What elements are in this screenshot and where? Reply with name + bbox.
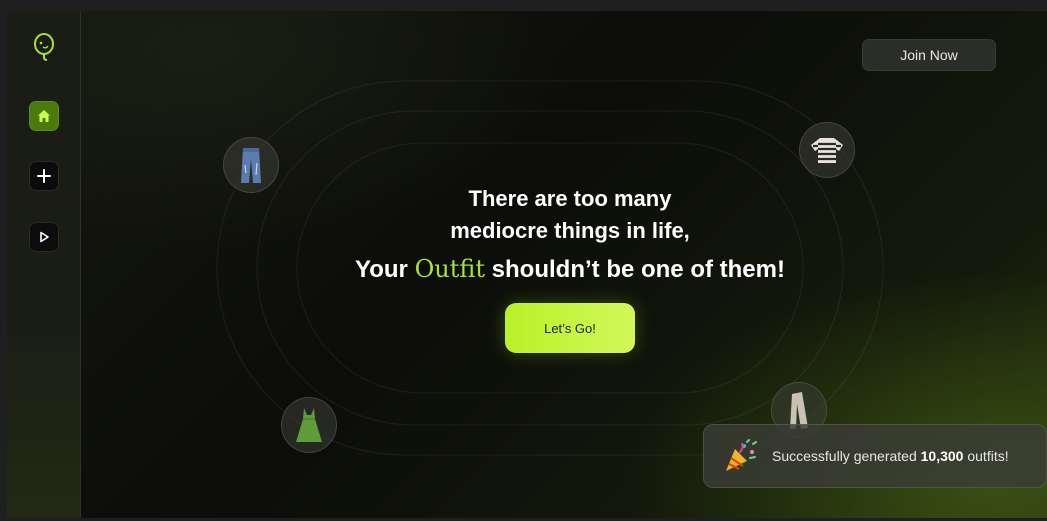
toast-message: Successfully generated 10,300 outfits! (772, 448, 1009, 464)
nav-home-button[interactable] (29, 101, 59, 131)
home-icon (38, 110, 50, 122)
hero-line-3-suffix: shouldn’t be one of them! (485, 256, 785, 283)
hero-line-3: Your Outfit shouldn’t be one of them! (7, 251, 1047, 288)
orbit-item-dress (281, 397, 337, 453)
hero-line-1: There are too many (468, 186, 672, 211)
sweater-icon (811, 138, 843, 163)
dress-icon (296, 408, 322, 442)
toast-count: 10,300 (920, 448, 964, 464)
plus-icon (37, 169, 51, 183)
hero-headline: There are too many mediocre things in li… (7, 183, 1047, 288)
hero-accent-word: Outfit (414, 255, 485, 283)
party-popper-icon (726, 439, 757, 471)
hero-line-3-prefix: Your (355, 256, 415, 283)
balloon-face-logo[interactable] (31, 33, 57, 63)
toast-suffix: outfits! (963, 448, 1009, 464)
lets-go-button[interactable]: Let’s Go! (505, 303, 635, 353)
app-window: Join Now There are too many mediocre thi… (7, 11, 1047, 518)
toast-prefix: Successfully generated (772, 448, 921, 464)
hero-line-2: mediocre things in life, (450, 218, 690, 243)
join-now-button[interactable]: Join Now (862, 39, 996, 71)
orbit-item-sweater (799, 122, 855, 178)
jeans-icon (241, 148, 261, 183)
success-toast: Successfully generated 10,300 outfits! (703, 424, 1047, 488)
